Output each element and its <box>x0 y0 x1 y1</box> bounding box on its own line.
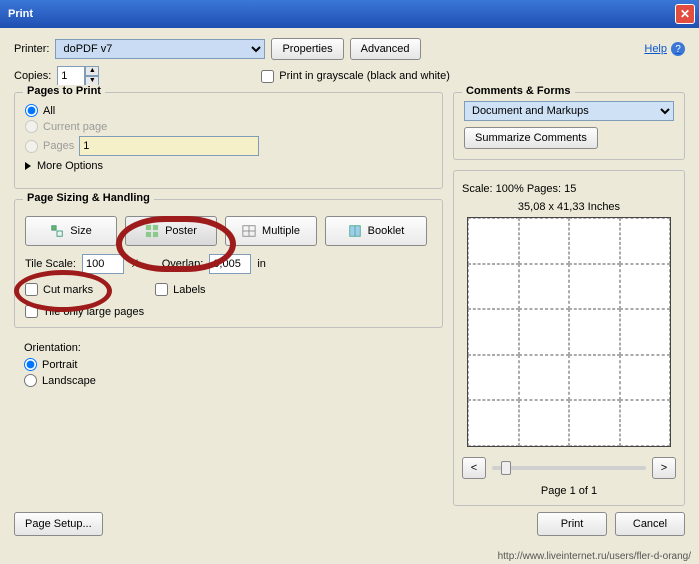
pages-range-input[interactable] <box>79 136 259 156</box>
preview-canvas <box>467 217 671 447</box>
size-button[interactable]: Size <box>25 216 117 246</box>
labels-check[interactable]: Labels <box>155 283 205 296</box>
help-link[interactable]: Help? <box>644 42 685 56</box>
comments-forms-group: Comments & Forms Document and Markups Su… <box>453 92 685 160</box>
cf-title: Comments & Forms <box>462 85 575 97</box>
window-title: Print <box>8 8 33 20</box>
scale-pages-text: Scale: 100% Pages: 15 <box>462 183 676 195</box>
multiple-button[interactable]: Multiple <box>225 216 317 246</box>
page-setup-button[interactable]: Page Setup... <box>14 512 103 536</box>
printer-label: Printer: <box>14 43 49 55</box>
page-info: Page 1 of 1 <box>462 485 676 497</box>
expand-icon <box>25 162 31 170</box>
spin-up-icon[interactable]: ▲ <box>85 66 99 76</box>
cutmarks-check[interactable]: Cut marks <box>25 283 93 296</box>
tile-scale-label: Tile Scale: <box>25 258 76 270</box>
poster-icon <box>145 224 159 238</box>
titlebar: Print ✕ <box>0 0 699 28</box>
poster-button[interactable]: Poster <box>125 216 217 246</box>
copies-label: Copies: <box>14 70 51 82</box>
close-button[interactable]: ✕ <box>675 4 695 24</box>
cancel-button[interactable]: Cancel <box>615 512 685 536</box>
more-options-toggle[interactable]: More Options <box>25 160 432 172</box>
help-icon: ? <box>671 42 685 56</box>
grayscale-check[interactable]: Print in grayscale (black and white) <box>261 70 450 83</box>
copies-input[interactable] <box>57 66 85 86</box>
advanced-button[interactable]: Advanced <box>350 38 421 60</box>
copies-stepper[interactable]: ▲▼ <box>57 66 99 86</box>
radio-current: Current page <box>25 120 432 133</box>
tile-scale-input[interactable] <box>82 254 124 274</box>
radio-pages: Pages <box>25 136 432 156</box>
radio-all[interactable]: All <box>25 104 432 117</box>
preview-panel: Scale: 100% Pages: 15 35,08 x 41,33 Inch… <box>453 170 685 506</box>
pct-label: % <box>130 258 140 270</box>
booklet-button[interactable]: Booklet <box>325 216 427 246</box>
dimensions-text: 35,08 x 41,33 Inches <box>462 201 676 213</box>
prev-page-button[interactable]: < <box>462 457 486 479</box>
page-slider[interactable] <box>492 466 646 470</box>
booklet-icon <box>348 224 362 238</box>
overlap-input[interactable] <box>209 254 251 274</box>
overlap-label: Overlap: <box>162 258 204 270</box>
summarize-button[interactable]: Summarize Comments <box>464 127 598 149</box>
orientation-title: Orientation: <box>24 342 433 354</box>
watermark-text: http://www.liveinternet.ru/users/fler-d-… <box>498 551 691 562</box>
sizing-title: Page Sizing & Handling <box>23 192 154 204</box>
next-page-button[interactable]: > <box>652 457 676 479</box>
radio-portrait[interactable]: Portrait <box>24 358 433 371</box>
size-icon <box>50 224 64 238</box>
orientation-group: Orientation: Portrait Landscape <box>14 338 443 394</box>
radio-landscape[interactable]: Landscape <box>24 374 433 387</box>
sizing-group: Page Sizing & Handling Size Poster Multi… <box>14 199 443 328</box>
pages-to-print-group: Pages to Print All Current page Pages Mo… <box>14 92 443 189</box>
pages-title: Pages to Print <box>23 85 105 97</box>
tile-large-check[interactable]: Tile only large pages <box>25 305 432 318</box>
cf-select[interactable]: Document and Markups <box>464 101 674 121</box>
properties-button[interactable]: Properties <box>271 38 343 60</box>
unit-label: in <box>257 258 266 270</box>
printer-select[interactable]: doPDF v7 <box>55 39 265 59</box>
print-button[interactable]: Print <box>537 512 607 536</box>
multiple-icon <box>242 224 256 238</box>
